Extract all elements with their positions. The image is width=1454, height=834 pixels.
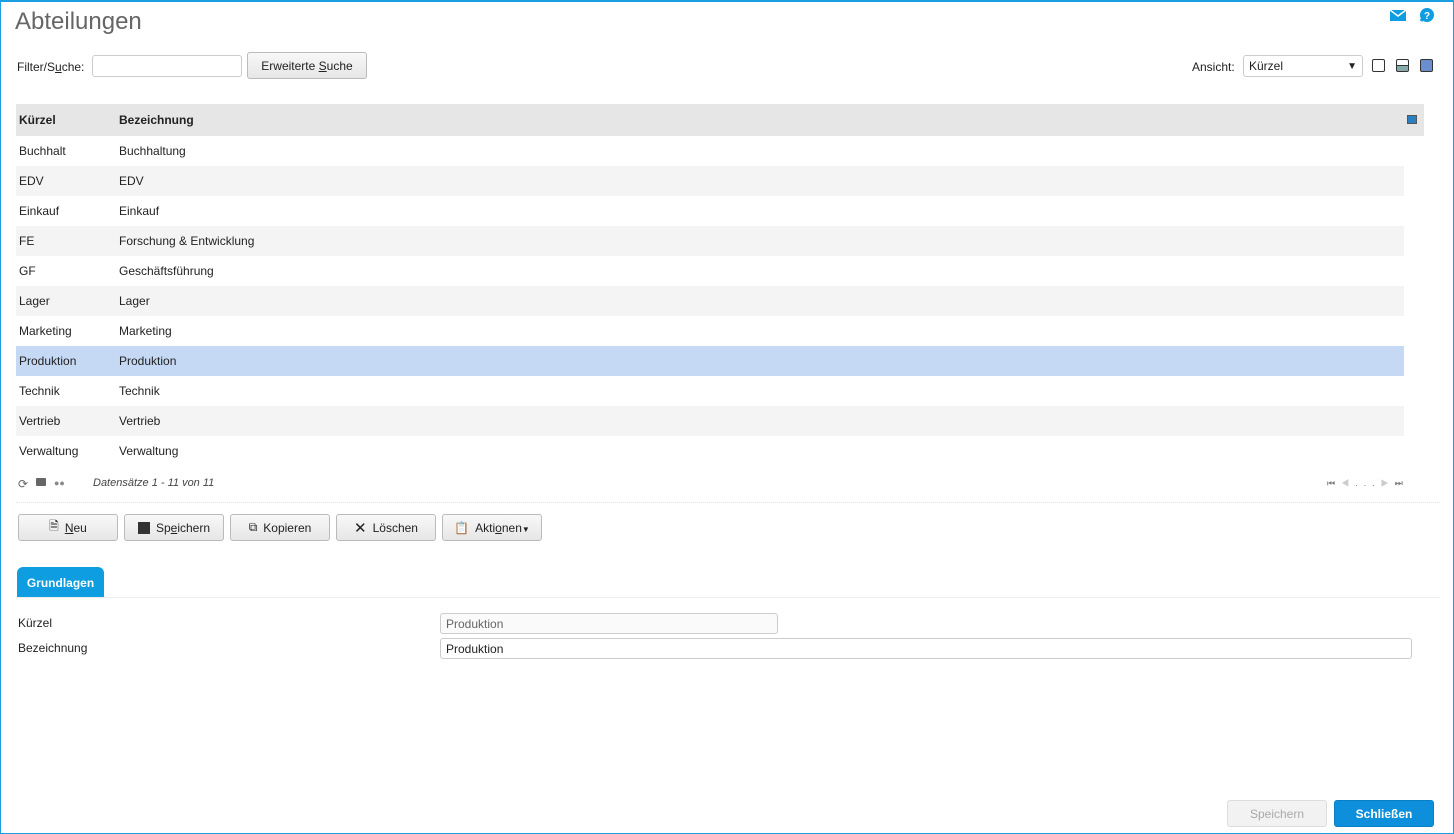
table-row[interactable]: Marketing Marketing: [16, 316, 1424, 346]
table-row[interactable]: EDV EDV: [16, 166, 1424, 196]
table-row[interactable]: Lager Lager: [16, 286, 1424, 316]
table-row[interactable]: Vertrieb Vertrieb: [16, 406, 1424, 436]
document-icon: 🗎: [49, 519, 59, 533]
first-page-icon: ⏮: [1327, 478, 1342, 488]
filter-input[interactable]: [92, 55, 242, 77]
page-ellipsis: ...: [1355, 478, 1381, 488]
next-page-icon: ▶: [1380, 478, 1395, 488]
help-icon[interactable]: ?: [1419, 8, 1435, 22]
bottom-save-button[interactable]: Speichern: [1227, 800, 1327, 827]
close-button[interactable]: Schließen: [1334, 800, 1434, 827]
advanced-search-button[interactable]: Erweiterte Suche: [247, 52, 367, 79]
copy-button[interactable]: ⧉ Kopieren: [230, 514, 330, 541]
cell-bezeichnung: Buchhaltung: [119, 144, 186, 158]
cell-kuerzel: Einkauf: [19, 204, 60, 218]
copy-icon: ⧉: [248, 520, 258, 534]
cell-bezeichnung: Produktion: [116, 346, 1404, 376]
export-icon[interactable]: [1404, 104, 1424, 136]
cell-bezeichnung: Verwaltung: [119, 444, 179, 458]
print-icon[interactable]: [36, 478, 46, 486]
cell-bezeichnung: Einkauf: [119, 204, 160, 218]
layout-split-icon[interactable]: [1396, 59, 1409, 72]
cell-bezeichnung: Forschung & Entwicklung: [116, 226, 1404, 256]
close-icon: ✕: [354, 519, 367, 537]
layout-detail-icon[interactable]: [1420, 59, 1433, 72]
cell-bezeichnung: Technik: [119, 384, 160, 398]
bezeichnung-label: Bezeichnung: [18, 641, 88, 655]
cell-kuerzel: Buchhalt: [19, 144, 66, 158]
pagination[interactable]: ⏮◀...▶⏭: [1327, 478, 1409, 489]
table-row[interactable]: Produktion Produktion: [16, 346, 1424, 376]
settings-icon[interactable]: ●●: [54, 478, 65, 488]
page-title: Abteilungen: [15, 8, 142, 35]
table-row[interactable]: Buchhalt Buchhaltung: [16, 136, 1424, 166]
last-page-icon: ⏭: [1394, 478, 1409, 488]
delete-button[interactable]: ✕ Löschen: [336, 514, 436, 541]
cell-bezeichnung: Vertrieb: [116, 406, 1404, 436]
prev-page-icon: ◀: [1341, 478, 1356, 488]
mail-icon[interactable]: [1390, 8, 1406, 22]
refresh-icon[interactable]: ⟳: [18, 477, 28, 491]
table-row[interactable]: Technik Technik: [16, 376, 1424, 406]
cell-kuerzel: Vertrieb: [16, 406, 116, 436]
divider: [16, 502, 1440, 503]
cell-bezeichnung: Marketing: [119, 324, 172, 338]
tab-grundlagen[interactable]: Grundlagen: [17, 567, 104, 598]
cell-kuerzel: GF: [19, 264, 36, 278]
caret-down-icon: ▼: [521, 524, 530, 534]
cell-kuerzel: FE: [16, 226, 116, 256]
table-header: Kürzel Bezeichnung: [16, 104, 1424, 136]
clipboard-icon: 📋: [454, 520, 470, 535]
actions-button[interactable]: 📋 Aktionen▼: [442, 514, 542, 541]
cell-kuerzel: Marketing: [19, 324, 72, 338]
filter-label: Filter/Suche:: [17, 60, 85, 74]
table-row[interactable]: FE Forschung & Entwicklung: [16, 226, 1424, 256]
cell-kuerzel: EDV: [16, 166, 116, 196]
table-row[interactable]: GF Geschäftsführung: [16, 256, 1424, 286]
cell-bezeichnung: EDV: [116, 166, 1404, 196]
cell-kuerzel: Produktion: [16, 346, 116, 376]
table-row[interactable]: Verwaltung Verwaltung: [16, 436, 1424, 466]
save-button[interactable]: Speichern: [124, 514, 224, 541]
floppy-icon: [137, 521, 150, 534]
kuerzel-label: Kürzel: [18, 616, 53, 630]
cell-bezeichnung: Geschäftsführung: [119, 264, 214, 278]
view-select[interactable]: Kürzel ▼: [1243, 55, 1363, 77]
cell-kuerzel: Lager: [16, 286, 116, 316]
table-row[interactable]: Einkauf Einkauf: [16, 196, 1424, 226]
view-label: Ansicht:: [1192, 60, 1235, 74]
bezeichnung-field[interactable]: Produktion: [440, 638, 1412, 659]
cell-bezeichnung: Lager: [116, 286, 1404, 316]
new-button[interactable]: 🗎 Neu: [18, 514, 118, 541]
svg-text:?: ?: [1424, 11, 1430, 22]
record-count: Datensätze 1 - 11 von 11: [93, 477, 215, 489]
chevron-down-icon: ▼: [1347, 60, 1357, 72]
kuerzel-field[interactable]: Produktion: [440, 613, 778, 634]
column-header-kuerzel[interactable]: Kürzel: [16, 104, 116, 136]
cell-kuerzel: Technik: [19, 384, 60, 398]
departments-table: Kürzel Bezeichnung Buchhalt Buchhaltung ED…: [16, 104, 1424, 466]
column-header-bezeichnung[interactable]: Bezeichnung: [116, 104, 1404, 136]
cell-kuerzel: Verwaltung: [19, 444, 79, 458]
layout-list-icon[interactable]: [1372, 59, 1385, 72]
